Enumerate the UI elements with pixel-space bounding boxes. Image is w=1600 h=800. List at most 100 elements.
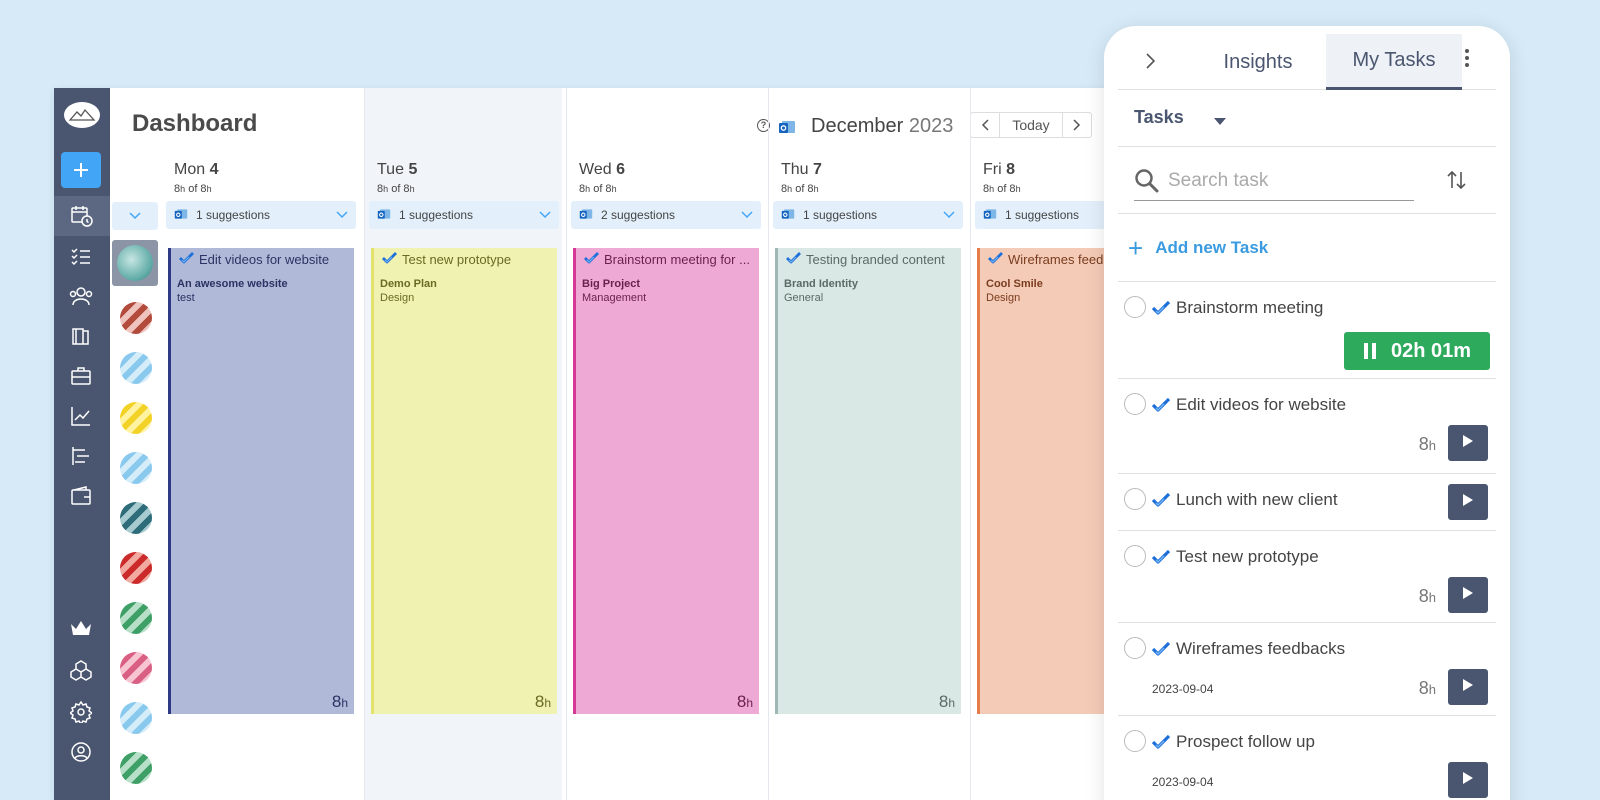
task-card-hours-value: 8	[331, 692, 342, 711]
day-header: Mon 4	[174, 161, 218, 179]
check-icon	[1151, 641, 1171, 661]
briefcase-icon[interactable]	[69, 364, 93, 388]
timeline-icon[interactable]	[69, 444, 93, 468]
day-capacity: of 8	[188, 183, 207, 195]
expand-users-button[interactable]	[112, 202, 158, 230]
crown-icon[interactable]	[69, 616, 93, 640]
chart-icon[interactable]	[69, 404, 93, 428]
task-row[interactable]: Prospect follow up 2023-09-04	[1118, 716, 1496, 800]
wallet-icon[interactable]	[69, 484, 93, 508]
complete-checkbox[interactable]	[1124, 393, 1146, 415]
play-button[interactable]	[1448, 762, 1488, 798]
avatar[interactable]	[120, 752, 152, 784]
avatar[interactable]	[120, 302, 152, 334]
task-card-title: Edit videos for website	[199, 252, 330, 267]
calendar-clock-icon[interactable]	[54, 196, 110, 236]
pause-timer-button[interactable]: 02h 01m	[1344, 332, 1490, 370]
play-icon	[1462, 434, 1474, 453]
task-card[interactable]: Testing branded content Brand Identity G…	[775, 248, 961, 714]
task-card-project: Big Project	[582, 278, 641, 290]
app-window: Dashboard ? December 2023 Today Mon 4 8h…	[54, 88, 1254, 800]
tab-my-tasks[interactable]: My Tasks	[1326, 34, 1462, 90]
day-column: Thu 7 8h of 8h 1 suggestions Testing bra…	[768, 88, 966, 800]
check-icon	[1151, 549, 1171, 569]
avatar[interactable]	[120, 552, 152, 584]
avatar[interactable]	[120, 452, 152, 484]
play-button[interactable]	[1448, 669, 1488, 705]
hours-unit: h	[611, 184, 617, 194]
avatar[interactable]	[120, 502, 152, 534]
avatar[interactable]	[120, 702, 152, 734]
panel-tabs: Insights My Tasks	[1118, 26, 1496, 90]
task-card-title: Brainstorm meeting for ...	[604, 252, 750, 267]
task-row[interactable]: Lunch with new client	[1118, 474, 1496, 531]
play-icon	[1462, 771, 1474, 790]
avatar[interactable]	[120, 652, 152, 684]
more-options-icon[interactable]	[1464, 48, 1470, 73]
suggestions-dropdown[interactable]: 1 suggestions	[369, 201, 559, 229]
day-hours: 8h of 8h	[174, 183, 212, 195]
search-input[interactable]	[1168, 169, 1408, 192]
complete-checkbox[interactable]	[1124, 730, 1146, 752]
add-button[interactable]	[61, 152, 101, 188]
task-hours-value: 8	[1418, 586, 1429, 606]
suggestions-label: 1 suggestions	[399, 208, 474, 222]
complete-checkbox[interactable]	[1124, 296, 1146, 318]
hours-unit: h	[341, 696, 348, 710]
task-row[interactable]: Edit videos for website 8h	[1118, 379, 1496, 474]
tab-insights[interactable]: Insights	[1190, 34, 1326, 90]
team-icon[interactable]	[69, 284, 93, 308]
task-hours: 8h	[1419, 586, 1436, 607]
suggestions-label: 1 suggestions	[803, 208, 878, 222]
suggestions-dropdown[interactable]: 1 suggestions	[166, 201, 356, 229]
task-row[interactable]: Wireframes feedbacks 8h 2023-09-04	[1118, 623, 1496, 716]
task-card[interactable]: Brainstorm meeting for ... Big Project M…	[573, 248, 759, 714]
check-icon	[988, 252, 1003, 267]
avatar[interactable]	[120, 352, 152, 384]
logo	[64, 102, 100, 128]
collapse-panel-icon[interactable]	[1144, 52, 1156, 75]
suggestions-dropdown[interactable]: 1 suggestions	[773, 201, 963, 229]
task-card-category: General	[784, 292, 824, 304]
selected-user[interactable]	[112, 240, 158, 286]
day-name: Mon	[174, 161, 206, 178]
day-number: 4	[209, 161, 219, 178]
hours-unit: h	[787, 184, 793, 194]
task-row[interactable]: Brainstorm meeting 02h 01m	[1118, 282, 1496, 379]
outlook-icon	[579, 207, 593, 224]
outlook-icon	[174, 207, 188, 224]
play-button[interactable]	[1448, 484, 1488, 520]
avatar[interactable]	[120, 602, 152, 634]
checklist-icon[interactable]	[69, 244, 93, 268]
play-button[interactable]	[1448, 425, 1488, 461]
task-name: Brainstorm meeting	[1176, 298, 1324, 317]
complete-checkbox[interactable]	[1124, 637, 1146, 659]
task-card-project: Demo Plan	[380, 278, 437, 290]
hours-unit: h	[585, 184, 591, 194]
sort-icon[interactable]	[1446, 169, 1468, 196]
task-card[interactable]: Edit videos for website An awesome websi…	[168, 248, 354, 714]
folder-icon[interactable]	[69, 324, 93, 348]
cubes-icon[interactable]	[69, 658, 93, 682]
task-row[interactable]: Test new prototype 8h	[1118, 531, 1496, 623]
search-row	[1118, 147, 1496, 214]
task-card[interactable]: Test new prototype Demo Plan Design 8h	[371, 248, 557, 714]
task-card-hours-value: 8	[938, 692, 949, 711]
day-hours: 8h of 8h	[579, 183, 617, 195]
avatar[interactable]	[120, 402, 152, 434]
day-number: 8	[1006, 161, 1016, 178]
suggestions-dropdown[interactable]: 2 suggestions	[571, 201, 761, 229]
complete-checkbox[interactable]	[1124, 545, 1146, 567]
task-card-hours: 8h	[939, 692, 955, 712]
task-hours-value: 8	[1418, 434, 1429, 454]
profile-icon[interactable]	[69, 740, 93, 764]
task-card-project: An awesome website	[177, 278, 288, 290]
complete-checkbox[interactable]	[1124, 488, 1146, 510]
play-button[interactable]	[1448, 577, 1488, 613]
add-task-button[interactable]: + Add new Task	[1118, 214, 1496, 282]
settings-icon[interactable]	[69, 700, 93, 724]
hours-unit: h	[409, 184, 415, 194]
day-capacity: of 8	[391, 183, 410, 195]
day-header: Fri 8	[983, 161, 1015, 179]
tasks-filter[interactable]: Tasks	[1118, 90, 1496, 147]
